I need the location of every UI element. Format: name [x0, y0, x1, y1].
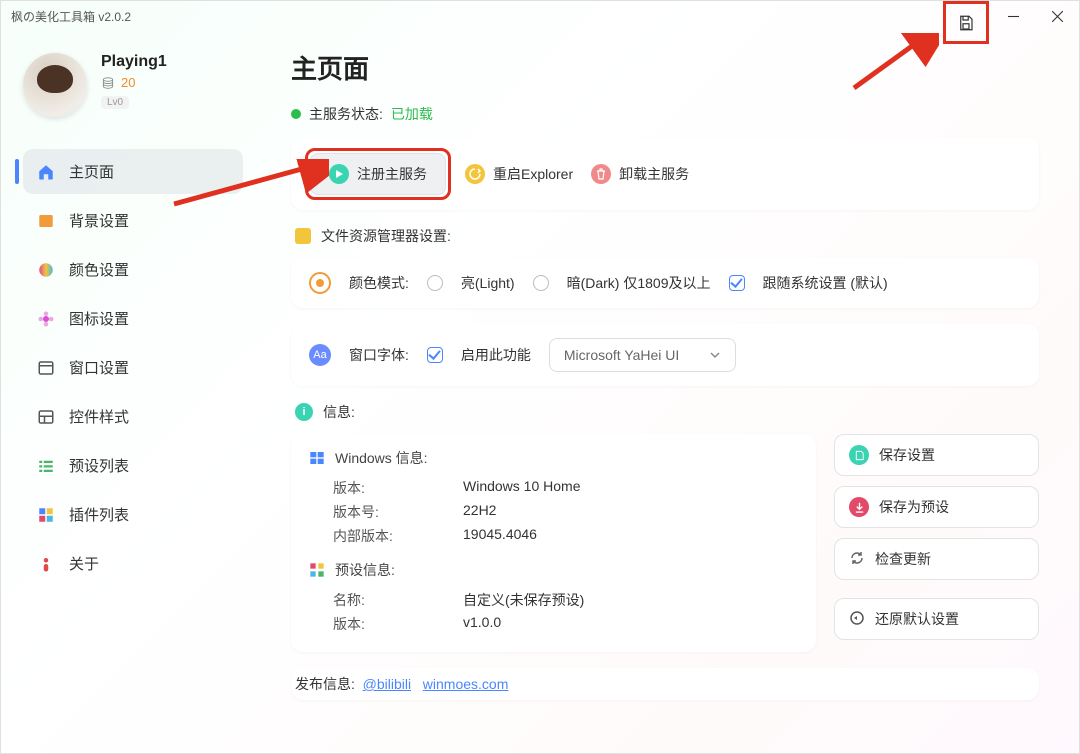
win-internal-key: 内部版本: [333, 526, 463, 546]
play-icon [329, 164, 349, 184]
list-icon [37, 457, 55, 475]
bilibili-link[interactable]: @bilibili [363, 676, 411, 692]
download-icon [849, 497, 869, 517]
coin-icon [101, 76, 115, 90]
save-settings-button[interactable]: 保存设置 [834, 434, 1039, 476]
preset-grid-icon [309, 562, 325, 578]
restart-icon [465, 164, 485, 184]
preset-ver-value: v1.0.0 [463, 614, 501, 634]
grid-icon [37, 506, 55, 524]
close-button[interactable] [1035, 1, 1079, 31]
win-version-key: 版本: [333, 478, 463, 498]
chevron-down-icon [709, 349, 721, 361]
win-info-header: Windows 信息: [335, 448, 428, 468]
color-mode-label: 颜色模式: [349, 273, 409, 293]
layout-icon [37, 408, 55, 426]
font-aa-icon: Aa [309, 344, 331, 366]
folder-icon [295, 228, 311, 244]
font-enable-label: 启用此功能 [461, 345, 531, 365]
undo-icon [849, 610, 865, 629]
font-enable-check[interactable] [427, 347, 443, 363]
info-section-label: 信息: [323, 402, 355, 422]
explorer-section-label: 文件资源管理器设置: [321, 226, 451, 246]
restore-default-button[interactable]: 还原默认设置 [834, 598, 1039, 640]
follow-system-check[interactable] [729, 275, 745, 291]
coin-count: 20 [101, 75, 167, 90]
light-label: 亮(Light) [461, 273, 515, 293]
dark-label: 暗(Dark) 仅1809及以上 [567, 273, 711, 293]
level-badge: Lv0 [101, 96, 129, 109]
window-icon [37, 359, 55, 377]
home-icon [37, 163, 55, 181]
nav-plugin[interactable]: 插件列表 [23, 492, 243, 537]
preset-info-header: 预设信息: [335, 560, 395, 580]
win-internal-value: 19045.4046 [463, 526, 537, 546]
image-icon [37, 212, 55, 230]
save-small-icon [849, 445, 869, 465]
win-version-value: Windows 10 Home [463, 478, 581, 498]
minimize-button[interactable] [991, 1, 1035, 31]
publish-label: 发布信息: [295, 676, 355, 692]
trash-icon [591, 164, 611, 184]
nav-color[interactable]: 颜色设置 [23, 247, 243, 292]
follow-system-label: 跟随系统设置 (默认) [763, 273, 888, 293]
nav-background[interactable]: 背景设置 [23, 198, 243, 243]
palette-icon [37, 261, 55, 279]
username: Playing1 [101, 53, 167, 71]
win-build-key: 版本号: [333, 502, 463, 522]
preset-ver-key: 版本: [333, 614, 463, 634]
flower-icon [37, 310, 55, 328]
nav-window[interactable]: 窗口设置 [23, 345, 243, 390]
win-build-value: 22H2 [463, 502, 496, 522]
winmoes-link[interactable]: winmoes.com [423, 676, 509, 692]
page-title: 主页面 [291, 49, 1039, 86]
window-title: 枫の美化工具箱 v2.0.2 [11, 8, 131, 25]
info-section-icon: i [295, 403, 313, 421]
nav-about[interactable]: 关于 [23, 541, 243, 586]
font-label: 窗口字体: [349, 345, 409, 365]
light-radio[interactable] [427, 275, 443, 291]
save-preset-button[interactable]: 保存为预设 [834, 486, 1039, 528]
restart-explorer-button[interactable]: 重启Explorer [465, 152, 573, 196]
status-dot-icon [291, 109, 301, 119]
preset-name-key: 名称: [333, 590, 463, 610]
info-icon [37, 555, 55, 573]
status-value: 已加载 [391, 104, 433, 124]
check-update-button[interactable]: 检查更新 [834, 538, 1039, 580]
preset-name-value: 自定义(未保存预设) [463, 590, 584, 610]
save-icon-highlight[interactable] [943, 1, 989, 44]
avatar[interactable] [23, 53, 87, 117]
font-select[interactable]: Microsoft YaHei UI [549, 338, 736, 372]
nav-icon[interactable]: 图标设置 [23, 296, 243, 341]
refresh-icon [849, 550, 865, 569]
status-label: 主服务状态: [309, 104, 383, 124]
dark-radio[interactable] [533, 275, 549, 291]
sun-icon [309, 272, 331, 294]
nav-home[interactable]: 主页面 [23, 149, 243, 194]
register-service-button[interactable]: 注册主服务 [310, 153, 446, 195]
uninstall-service-button[interactable]: 卸载主服务 [591, 152, 689, 196]
windows-logo-icon [309, 450, 325, 466]
nav-preset[interactable]: 预设列表 [23, 443, 243, 488]
nav-control[interactable]: 控件样式 [23, 394, 243, 439]
